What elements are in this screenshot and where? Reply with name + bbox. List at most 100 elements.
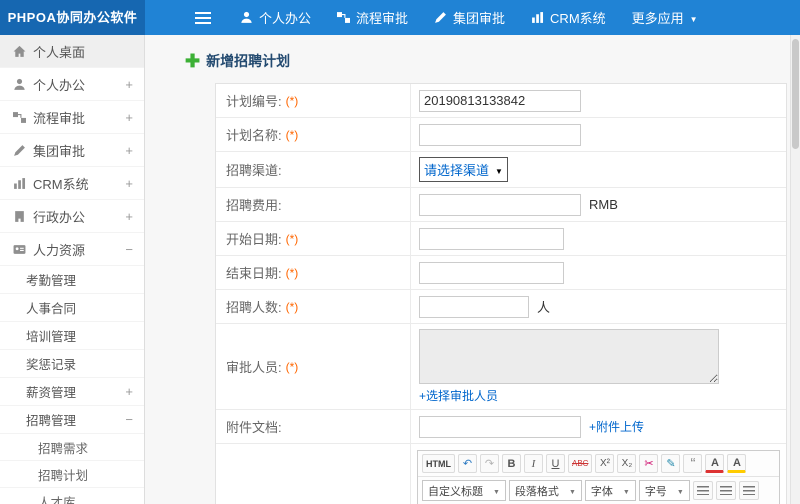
caret-down-icon [677,485,684,497]
redo-icon[interactable]: ↷ [480,454,499,473]
edit-icon [435,12,446,23]
sidebar-item-rewards[interactable]: 奖惩记录 [0,350,144,378]
caret-down-icon [493,485,500,497]
sidebar-item-salary[interactable]: 薪资管理 + [0,378,144,406]
topnav-more-apps[interactable]: 更多应用 [619,0,711,35]
topnav-personal-office[interactable]: 个人办公 [227,0,324,35]
collapse-toggle[interactable]: − [125,412,133,427]
expand-toggle[interactable]: + [125,384,133,399]
expand-toggle[interactable]: + [125,209,133,224]
topnav-process-approval[interactable]: 流程审批 [324,0,421,35]
caret-down-icon [495,162,503,177]
topnav-label: CRM系统 [550,11,606,26]
subscript-button[interactable]: X₂ [617,454,637,473]
end-date-input[interactable] [419,261,564,284]
align-left-icon[interactable] [692,481,713,500]
sidebar-item-personal-office[interactable]: 个人办公 + [0,68,144,101]
form-row: 结束日期: (*) [216,256,786,290]
form-row: 招聘渠道: 请选择渠道 [216,152,786,188]
strikethrough-button[interactable]: ABC [568,454,593,473]
user-icon [14,78,25,90]
form-row: 开始日期: (*) [216,222,786,256]
edit-icon [14,144,25,156]
sidebar-item-personal-desktop[interactable]: 个人桌面 [0,35,144,68]
top-nav: 个人办公 流程审批 集团审批 CRM系统 更多应用 [227,0,711,35]
sidebar-item-group-approval[interactable]: 集团审批 + [0,134,144,167]
align-right-icon[interactable] [738,481,759,500]
undo-icon[interactable]: ↶ [458,454,477,473]
select-approver-link[interactable]: +选择审批人员 [419,387,498,404]
font-size-dropdown[interactable]: 字号 [638,480,690,501]
field-label: 开始日期: [226,232,282,247]
editor-label-cell [216,444,411,504]
caret-down-icon [623,485,630,497]
building-icon [15,210,24,222]
topnav-label: 流程审批 [356,11,409,26]
recruitment-plan-form: 计划编号:(*) 计划名称:(*) 招聘渠道: 请选择渠道 招聘费用: [215,83,787,504]
bg-color-button[interactable]: A [727,454,747,473]
sidebar-item-recruitment-mgmt[interactable]: 招聘管理 − [0,406,144,434]
form-row: 审批人员: (*) +选择审批人员 [216,324,786,410]
sidebar-item-process-approval[interactable]: 流程审批 + [0,101,144,134]
italic-button[interactable]: I [524,454,543,473]
topnav-label: 集团审批 [453,11,506,26]
bold-button[interactable]: B [502,454,521,473]
chart-icon [14,177,26,189]
scrollbar-thumb[interactable] [792,39,799,149]
attachment-input[interactable] [419,415,581,438]
channel-select[interactable]: 请选择渠道 [419,157,508,182]
cost-input[interactable] [419,193,581,216]
channel-select-value: 请选择渠道 [424,163,490,178]
form-row: 附件文档: +附件上传 [216,410,786,444]
sidebar-item-training[interactable]: 培训管理 [0,322,144,350]
font-family-dropdown[interactable]: 字体 [584,480,636,501]
topnav-crm[interactable]: CRM系统 [518,0,619,35]
paragraph-format-dropdown[interactable]: 段落格式 [508,480,582,501]
form-row: 招聘费用: RMB [216,188,786,222]
form-row-editor: HTML ↶ ↷ B I U ABC X² X₂ ✂ ✎ “ A A 自定义标题… [216,444,786,504]
remove-format-icon[interactable]: ✂ [639,454,659,473]
plan-name-input[interactable] [419,123,581,146]
sidebar: 个人桌面 个人办公 + 流程审批 + 集团审批 + CRM系统 + 行政办公 + [0,35,145,504]
headcount-input[interactable] [419,295,529,318]
html-source-button[interactable]: HTML [422,454,455,473]
format-paint-icon[interactable]: ✎ [661,454,681,473]
sidebar-item-recruit-plan[interactable]: 招聘计划 [0,461,144,488]
attachment-upload-link[interactable]: +附件上传 [589,418,644,435]
hamburger-icon[interactable] [195,11,211,24]
plan-number-input[interactable] [419,89,581,112]
sidebar-item-hr[interactable]: 人力资源 − [0,233,144,266]
field-label: 结束日期: [226,266,282,281]
sidebar-item-recruit-demand[interactable]: 招聘需求 [0,434,144,461]
topnav-group-approval[interactable]: 集团审批 [421,0,518,35]
field-label: 审批人员: [226,360,282,375]
custom-heading-dropdown[interactable]: 自定义标题 [422,480,506,501]
align-center-icon[interactable] [715,481,736,500]
caret-down-icon [690,10,698,25]
sidebar-item-hr-contract[interactable]: 人事合同 [0,294,144,322]
expand-toggle[interactable]: + [125,176,133,191]
sidebar-item-attendance[interactable]: 考勤管理 [0,266,144,294]
app-logo: PHPOA协同办公软件 [0,0,145,35]
superscript-button[interactable]: X² [595,454,615,473]
form-row: 计划编号: (*) [216,84,786,118]
expand-toggle[interactable]: + [125,77,133,92]
expand-toggle[interactable]: + [125,110,133,125]
start-date-input[interactable] [419,227,564,250]
vertical-scrollbar[interactable] [790,35,800,504]
page-title: ✚ 新增招聘计划 [185,51,786,71]
blockquote-icon[interactable]: “ [683,454,703,473]
font-color-button[interactable]: A [705,454,725,473]
field-label: 招聘人数: [226,300,282,315]
sidebar-item-talent-pool[interactable]: 人才库 [0,488,144,504]
sidebar-item-admin-office[interactable]: 行政办公 + [0,200,144,233]
collapse-toggle[interactable]: − [125,242,133,257]
form-row: 招聘人数: (*) 人 [216,290,786,324]
sidebar-item-crm[interactable]: CRM系统 + [0,167,144,200]
approver-textarea[interactable] [419,329,719,384]
underline-button[interactable]: U [546,454,565,473]
people-suffix: 人 [537,300,551,315]
expand-toggle[interactable]: + [125,143,133,158]
editor-toolbar-row-2: 自定义标题 段落格式 字体 [418,477,779,504]
field-label: 附件文档: [226,420,282,435]
